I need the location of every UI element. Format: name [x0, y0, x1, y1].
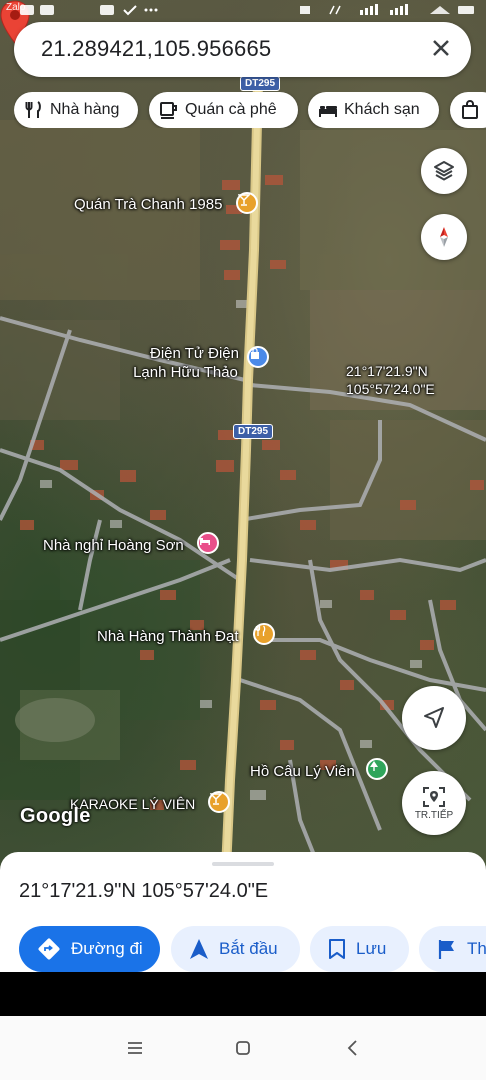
place-label[interactable]: Nhà Hàng Thành Đạt — [97, 627, 238, 646]
my-location-button[interactable] — [402, 686, 466, 750]
road-shield-dt295: DT295 — [233, 424, 274, 439]
action-label: Đường đi — [71, 939, 143, 958]
share-button[interactable]: Th — [419, 926, 486, 972]
navigation-arrow-icon — [424, 707, 444, 728]
action-label: Bắt đầu — [219, 939, 278, 958]
chip-hotels[interactable]: Khách sạn — [308, 92, 439, 128]
menu-icon[interactable] — [125, 1038, 145, 1058]
place-label-line: Điện Tử Điện — [150, 345, 239, 362]
compass-icon — [440, 227, 448, 247]
place-label[interactable]: Nhà nghỉ Hoàng Sơn — [43, 536, 184, 555]
compass-button[interactable] — [421, 214, 467, 260]
coordinates-title: 21°17'21.9"N 105°57'24.0"E — [19, 880, 269, 902]
coffee-cup-icon — [160, 102, 177, 119]
pin-label-lng: 105°57'24.0"E — [346, 381, 435, 397]
layers-icon — [434, 161, 454, 181]
glass-icon[interactable] — [208, 791, 230, 813]
status-icons — [300, 4, 474, 15]
directions-icon — [38, 938, 60, 960]
search-input[interactable]: 21.289421,105.956665 — [41, 36, 271, 62]
home-icon[interactable] — [233, 1038, 253, 1058]
live-view-button[interactable]: TR.TIẾP — [402, 771, 466, 835]
search-bar[interactable]: 21.289421,105.956665 — [14, 22, 471, 77]
bookmark-icon — [329, 939, 345, 959]
system-nav-bar — [0, 1016, 486, 1080]
layers-button[interactable] — [421, 148, 467, 194]
start-button[interactable]: Bắt đầu — [171, 926, 300, 972]
bed-icon — [319, 106, 337, 117]
place-label[interactable]: Điện Tử Điện Lạnh Hữu Thảo — [133, 344, 239, 382]
place-label[interactable]: Hồ Câu Lý Viên — [250, 762, 355, 781]
park-icon[interactable] — [366, 758, 388, 780]
chip-label: Nhà hàng — [50, 101, 120, 118]
chip-label: Quán cà phê — [185, 101, 277, 118]
notification-icons — [20, 5, 158, 16]
fork-knife-icon[interactable] — [253, 623, 275, 645]
fork-knife-icon — [25, 101, 41, 118]
place-sheet[interactable]: 21°17'21.9"N 105°57'24.0"E Đường đi Bắt … — [0, 852, 486, 972]
live-view-icon — [423, 786, 445, 807]
category-chips: Nhà hàng Quán cà phê Khách sạn — [14, 92, 486, 128]
spacer-band — [0, 972, 486, 1016]
action-label: Th — [467, 939, 486, 958]
chip-restaurants[interactable]: Nhà hàng — [14, 92, 138, 128]
pin-coordinates-label: 21°17'21.9"N 105°57'24.0"E — [346, 362, 435, 398]
directions-button[interactable]: Đường đi — [19, 926, 160, 972]
shopping-bag-icon — [462, 100, 478, 119]
chip-cafes[interactable]: Quán cà phê — [149, 92, 298, 128]
shopping-bag-icon[interactable] — [247, 346, 269, 368]
pin-label-lat: 21°17'21.9"N — [346, 363, 428, 379]
road-shield-dt295: DT295 — [240, 76, 281, 91]
action-label: Lưu — [356, 939, 387, 958]
save-button[interactable]: Lưu — [310, 926, 409, 972]
place-label-line: Lạnh Hữu Thảo — [133, 364, 238, 381]
chip-shopping[interactable] — [450, 92, 486, 128]
flag-icon — [438, 940, 454, 959]
chip-label: Khách sạn — [344, 101, 420, 118]
navigation-icon — [190, 939, 208, 959]
back-icon[interactable] — [343, 1038, 363, 1058]
place-label[interactable]: Quán Trà Chanh 1985 — [74, 195, 222, 214]
close-icon[interactable] — [427, 34, 455, 62]
bed-icon[interactable] — [197, 532, 219, 554]
action-buttons: Đường đi Bắt đầu Lưu Th — [0, 926, 486, 972]
live-view-label: TR.TIẾP — [414, 809, 454, 821]
glass-icon[interactable] — [236, 192, 258, 214]
drag-handle[interactable] — [212, 862, 274, 866]
google-logo: Google — [20, 805, 91, 827]
